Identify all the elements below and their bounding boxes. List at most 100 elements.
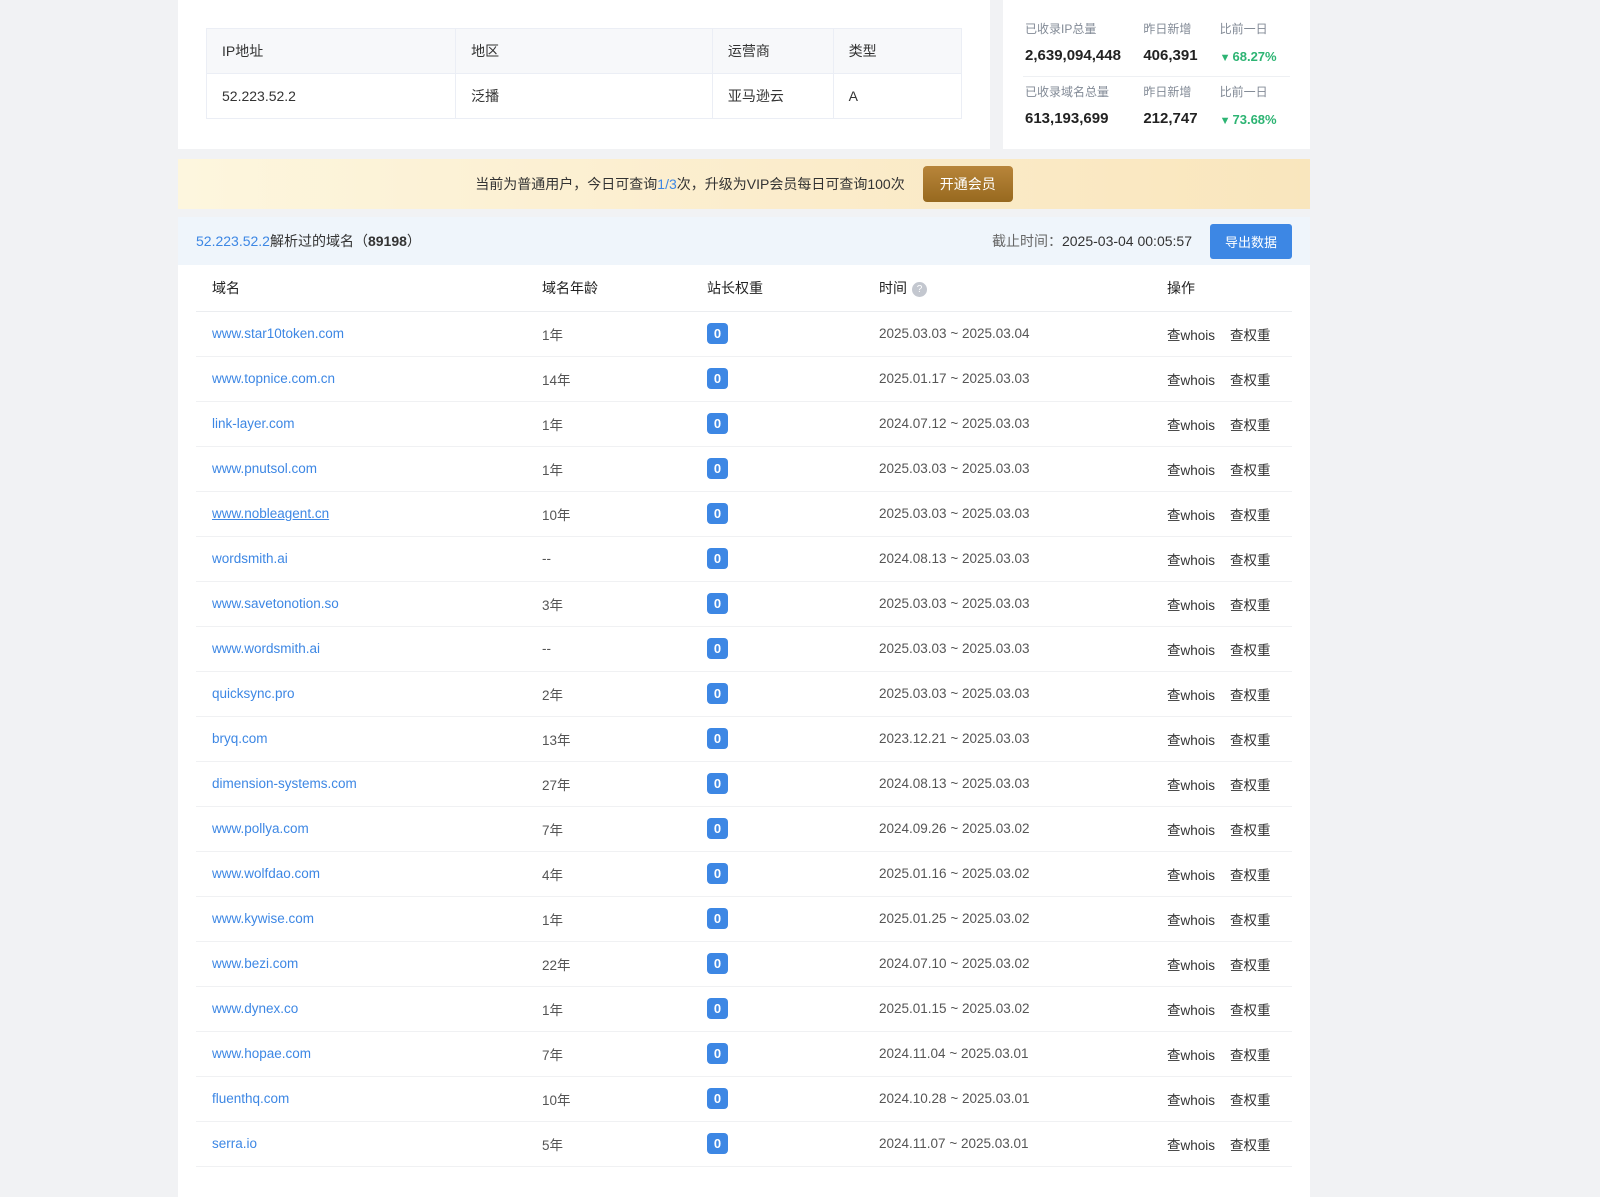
check-weight-link[interactable]: 查权重 [1230, 778, 1271, 793]
domain-age: 2年 [526, 671, 691, 716]
check-weight-link[interactable]: 查权重 [1230, 868, 1271, 883]
weight-badge: 0 [707, 638, 728, 659]
domain-age: 10年 [526, 491, 691, 536]
check-weight-link[interactable]: 查权重 [1230, 508, 1271, 523]
domain-link[interactable]: wordsmith.ai [212, 551, 288, 566]
check-weight-link[interactable]: 查权重 [1230, 1093, 1271, 1108]
domain-link[interactable]: www.pollya.com [212, 821, 309, 836]
domain-link[interactable]: www.bezi.com [212, 956, 298, 971]
check-weight-link[interactable]: 查权重 [1230, 598, 1271, 613]
weight-badge: 0 [707, 368, 728, 389]
stat-total-domains: 已收录域名总量 613,193,699 [1025, 83, 1143, 127]
time-range: 2024.10.28 ~ 2025.03.01 [863, 1076, 1151, 1121]
down-triangle-icon: ▼ [1220, 52, 1231, 64]
check-whois-link[interactable]: 查whois [1167, 328, 1215, 343]
time-range: 2025.03.03 ~ 2025.03.03 [863, 491, 1151, 536]
table-row: bryq.com13年02023.12.21 ~ 2025.03.03查whoi… [196, 716, 1292, 761]
time-range: 2025.03.03 ~ 2025.03.04 [863, 311, 1151, 356]
check-weight-link[interactable]: 查权重 [1230, 328, 1271, 343]
deadline: 截止时间：2025-03-04 00:05:57 [992, 231, 1192, 251]
check-whois-link[interactable]: 查whois [1167, 913, 1215, 928]
check-weight-link[interactable]: 查权重 [1230, 823, 1271, 838]
domain-link[interactable]: www.pnutsol.com [212, 461, 317, 476]
domain-link[interactable]: link-layer.com [212, 416, 295, 431]
check-weight-link[interactable]: 查权重 [1230, 553, 1271, 568]
ip-stats-row: 已收录IP总量 2,639,094,448 昨日新增 406,391 比前一日 … [1025, 14, 1288, 76]
open-vip-button[interactable]: 开通会员 [923, 166, 1013, 202]
table-row: quicksync.pro2年02025.03.03 ~ 2025.03.03查… [196, 671, 1292, 716]
time-range: 2024.08.13 ~ 2025.03.03 [863, 761, 1151, 806]
check-whois-link[interactable]: 查whois [1167, 508, 1215, 523]
check-weight-link[interactable]: 查权重 [1230, 1003, 1271, 1018]
domain-link[interactable]: www.kywise.com [212, 911, 314, 926]
weight-badge: 0 [707, 413, 728, 434]
weight-badge: 0 [707, 728, 728, 749]
check-whois-link[interactable]: 查whois [1167, 1048, 1215, 1063]
trend-percent: 73.68% [1233, 112, 1277, 127]
time-range: 2025.03.03 ~ 2025.03.03 [863, 671, 1151, 716]
check-weight-link[interactable]: 查权重 [1230, 958, 1271, 973]
result-title: 52.223.52.2解析过的域名（89198） [196, 231, 421, 251]
table-row: dimension-systems.com27年02024.08.13 ~ 20… [196, 761, 1292, 806]
stat-domain-new-yesterday: 昨日新增 212,747 [1143, 83, 1219, 127]
domain-link[interactable]: bryq.com [212, 731, 268, 746]
check-whois-link[interactable]: 查whois [1167, 598, 1215, 613]
check-weight-link[interactable]: 查权重 [1230, 913, 1271, 928]
domain-link[interactable]: quicksync.pro [212, 686, 295, 701]
table-row: www.wolfdao.com4年02025.01.16 ~ 2025.03.0… [196, 851, 1292, 896]
check-weight-link[interactable]: 查权重 [1230, 643, 1271, 658]
check-whois-link[interactable]: 查whois [1167, 688, 1215, 703]
time-range: 2025.03.03 ~ 2025.03.03 [863, 626, 1151, 671]
domain-table-header-row: 域名 域名年龄 站长权重 时间? 操作 [196, 265, 1292, 311]
stat-domain-vs-prev-day: 比前一日 ▼73.68% [1220, 83, 1288, 127]
domain-link[interactable]: www.wolfdao.com [212, 866, 320, 881]
help-icon[interactable]: ? [912, 282, 927, 297]
domain-link[interactable]: fluenthq.com [212, 1091, 289, 1106]
time-range: 2025.01.25 ~ 2025.03.02 [863, 896, 1151, 941]
domain-age: 4年 [526, 851, 691, 896]
time-range: 2025.01.15 ~ 2025.03.02 [863, 986, 1151, 1031]
check-whois-link[interactable]: 查whois [1167, 553, 1215, 568]
check-whois-link[interactable]: 查whois [1167, 418, 1215, 433]
col-header-domain: 域名 [196, 265, 526, 311]
check-whois-link[interactable]: 查whois [1167, 733, 1215, 748]
check-whois-link[interactable]: 查whois [1167, 1003, 1215, 1018]
ip-info-table: IP地址 地区 运营商 类型 52.223.52.2 泛播 亚马逊云 A [206, 28, 962, 119]
domain-stats-row: 已收录域名总量 613,193,699 昨日新增 212,747 比前一日 ▼7… [1025, 77, 1288, 139]
check-whois-link[interactable]: 查whois [1167, 1138, 1215, 1153]
domain-link[interactable]: www.wordsmith.ai [212, 641, 320, 656]
check-whois-link[interactable]: 查whois [1167, 373, 1215, 388]
domain-link[interactable]: www.nobleagent.cn [212, 506, 329, 521]
export-data-button[interactable]: 导出数据 [1210, 224, 1292, 259]
ip-col-header-isp: 运营商 [712, 29, 833, 74]
check-weight-link[interactable]: 查权重 [1230, 688, 1271, 703]
domain-link[interactable]: www.savetonotion.so [212, 596, 339, 611]
ip-link[interactable]: 52.223.52.2 [196, 233, 270, 249]
check-whois-link[interactable]: 查whois [1167, 778, 1215, 793]
check-whois-link[interactable]: 查whois [1167, 463, 1215, 478]
ip-isp-value: 亚马逊云 [712, 74, 833, 119]
check-whois-link[interactable]: 查whois [1167, 958, 1215, 973]
check-whois-link[interactable]: 查whois [1167, 1093, 1215, 1108]
domain-age: 7年 [526, 806, 691, 851]
check-whois-link[interactable]: 查whois [1167, 643, 1215, 658]
weight-badge: 0 [707, 773, 728, 794]
weight-badge: 0 [707, 458, 728, 479]
check-weight-link[interactable]: 查权重 [1230, 373, 1271, 388]
domain-link[interactable]: www.star10token.com [212, 326, 344, 341]
weight-badge: 0 [707, 323, 728, 344]
time-range: 2023.12.21 ~ 2025.03.03 [863, 716, 1151, 761]
domain-link[interactable]: serra.io [212, 1136, 257, 1151]
domain-link[interactable]: dimension-systems.com [212, 776, 357, 791]
check-weight-link[interactable]: 查权重 [1230, 1048, 1271, 1063]
domain-link[interactable]: www.hopae.com [212, 1046, 311, 1061]
check-whois-link[interactable]: 查whois [1167, 823, 1215, 838]
check-weight-link[interactable]: 查权重 [1230, 733, 1271, 748]
domain-link[interactable]: www.dynex.co [212, 1001, 298, 1016]
check-weight-link[interactable]: 查权重 [1230, 463, 1271, 478]
domain-link[interactable]: www.topnice.com.cn [212, 371, 335, 386]
check-whois-link[interactable]: 查whois [1167, 868, 1215, 883]
check-weight-link[interactable]: 查权重 [1230, 418, 1271, 433]
check-weight-link[interactable]: 查权重 [1230, 1138, 1271, 1153]
table-row: www.pollya.com7年02024.09.26 ~ 2025.03.02… [196, 806, 1292, 851]
